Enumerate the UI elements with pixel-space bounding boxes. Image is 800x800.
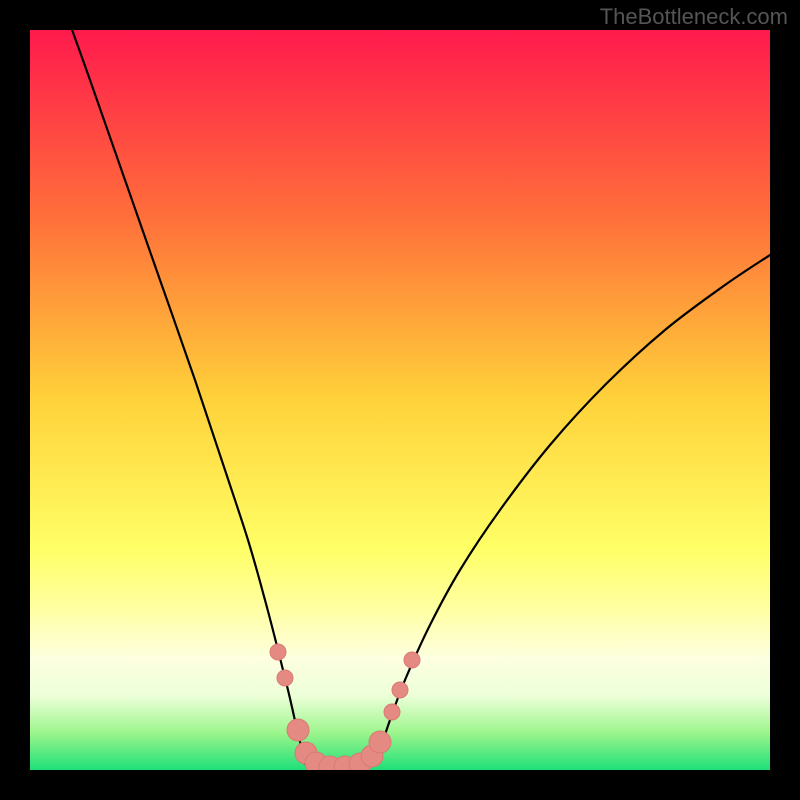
datapoint-marker [369, 731, 391, 753]
plot-area [30, 30, 770, 770]
datapoint-marker [384, 704, 400, 720]
chart-frame: TheBottleneck.com [0, 0, 800, 800]
datapoint-marker [287, 719, 309, 741]
datapoint-marker [404, 652, 420, 668]
watermark-text: TheBottleneck.com [600, 4, 788, 30]
chart-svg [30, 30, 770, 770]
datapoint-marker [392, 682, 408, 698]
datapoint-marker [277, 670, 293, 686]
gradient-bg [30, 30, 770, 770]
datapoint-marker [270, 644, 286, 660]
